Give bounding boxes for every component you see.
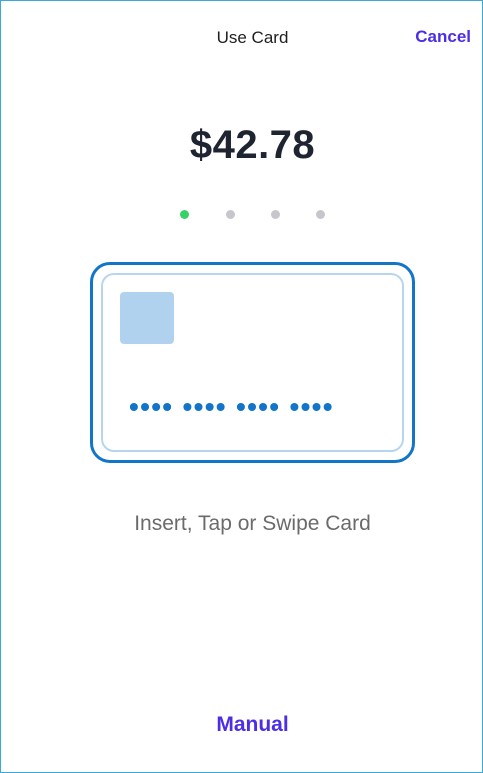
progress-dot-3 bbox=[271, 210, 280, 219]
card-illustration: •••• •••• •••• •••• bbox=[90, 262, 415, 463]
progress-dot-4 bbox=[316, 210, 325, 219]
card-face: •••• •••• •••• •••• bbox=[101, 273, 404, 452]
payment-amount: $42.78 bbox=[189, 123, 316, 167]
cancel-button[interactable]: Cancel bbox=[415, 27, 471, 47]
progress-dots bbox=[1, 210, 482, 220]
progress-dot-2 bbox=[226, 210, 235, 219]
card-number-mask: •••• •••• •••• •••• bbox=[129, 391, 334, 422]
page-title: Use Card bbox=[216, 28, 289, 47]
use-card-screen: Use Card Cancel $42.78 •••• •••• •••• ••… bbox=[0, 0, 483, 773]
manual-entry-button[interactable]: Manual bbox=[1, 713, 483, 737]
card-instruction: Insert, Tap or Swipe Card bbox=[134, 512, 371, 535]
card-chip-icon bbox=[120, 292, 174, 344]
progress-dot-1 bbox=[180, 210, 189, 219]
